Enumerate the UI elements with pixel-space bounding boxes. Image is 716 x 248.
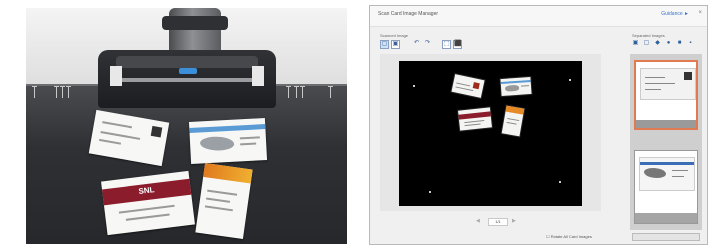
world-map-icon: [199, 135, 235, 152]
title-bar: Scan Card Image Manager Guidance ► ×: [370, 6, 707, 27]
scanner-top-panel: [116, 56, 258, 68]
right-tool-3-icon[interactable]: ◆: [654, 40, 661, 47]
close-icon[interactable]: ×: [698, 10, 702, 16]
mat-marks-left: [32, 86, 74, 100]
scan-preview-area: [380, 54, 601, 211]
page-navigation: ◀ 1/1 ▶: [380, 218, 601, 228]
thumbnail-card-1[interactable]: [634, 60, 698, 130]
scanner-tab-left: [110, 66, 122, 86]
scanner-head: [162, 16, 228, 30]
zoom-button[interactable]: ⬛: [453, 40, 462, 49]
thumbnail-panel: [630, 54, 702, 230]
undo-button[interactable]: ↶: [412, 40, 421, 49]
card-logo-text: SNL: [137, 185, 155, 197]
mat-marks-right: [286, 86, 338, 100]
scanned-card-3[interactable]: [458, 107, 492, 131]
scanner-slot: [122, 78, 252, 82]
prev-page-icon[interactable]: ◀: [476, 218, 480, 224]
right-tool-5-icon[interactable]: ■: [676, 40, 683, 47]
scanned-card-1[interactable]: [451, 74, 485, 98]
right-tool-1-icon[interactable]: ▣: [632, 40, 639, 47]
right-tool-4-icon[interactable]: ●: [665, 40, 672, 47]
scan-app-window: Scan Card Image Manager Guidance ► × Sca…: [369, 5, 708, 245]
scanned-card-4[interactable]: [501, 105, 525, 137]
window-title: Scan Card Image Manager: [378, 11, 439, 17]
finish-button[interactable]: [632, 233, 700, 241]
select-tool-button[interactable]: ▢: [380, 40, 389, 49]
scanned-image-label: Scanned Image: [380, 33, 409, 38]
business-card-logo: SNL: [101, 170, 195, 236]
scanned-card-2[interactable]: [500, 76, 532, 97]
scanned-image-canvas[interactable]: [399, 61, 582, 206]
crop-tool-button[interactable]: ▣: [391, 40, 400, 49]
guidance-link[interactable]: Guidance ►: [661, 11, 689, 17]
redo-button[interactable]: ↷: [423, 40, 432, 49]
next-page-icon[interactable]: ▶: [512, 218, 516, 224]
qr-code-icon: [150, 125, 163, 138]
rotate-all-checkbox[interactable]: ☐ Rotate All Card Images: [546, 234, 592, 239]
scanner-photo: SNL: [26, 8, 347, 244]
right-tool-6-icon[interactable]: ▪: [687, 40, 694, 47]
scanner-tab-right: [252, 66, 264, 86]
scanner-led: [179, 68, 197, 74]
separated-images-label: Separated Images: [632, 33, 665, 38]
business-card-map: [188, 118, 268, 164]
thumbnail-card-2[interactable]: [634, 150, 698, 224]
business-card-orange: [195, 163, 253, 239]
right-tool-2-icon[interactable]: ▢: [643, 40, 650, 47]
fit-view-button[interactable]: ⬚: [442, 40, 451, 49]
page-number-field[interactable]: 1/1: [488, 218, 508, 226]
